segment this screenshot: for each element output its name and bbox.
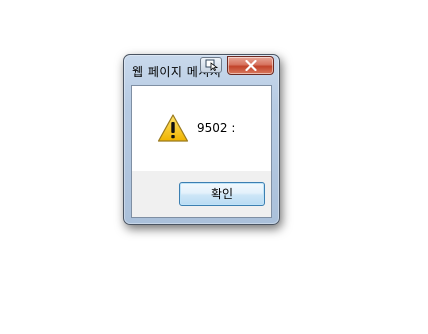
warning-icon xyxy=(157,114,189,142)
ok-button[interactable]: 확인 xyxy=(179,182,265,206)
message-panel: 9502 : xyxy=(132,86,271,171)
web-page-message-dialog: 웹 페이지 메시지 9502: 확인 xyxy=(123,54,280,225)
cursor-icon xyxy=(200,57,222,73)
message-text: 9502 : xyxy=(197,121,236,135)
dialog-titlebar[interactable]: 웹 페이지 메시지 xyxy=(124,55,279,83)
close-button[interactable] xyxy=(227,56,274,75)
close-icon xyxy=(245,60,257,71)
desktop-background: 웹 페이지 메시지 9502: 확인 xyxy=(0,0,428,334)
dialog-client-area: 9502 : 확인 xyxy=(131,85,272,218)
